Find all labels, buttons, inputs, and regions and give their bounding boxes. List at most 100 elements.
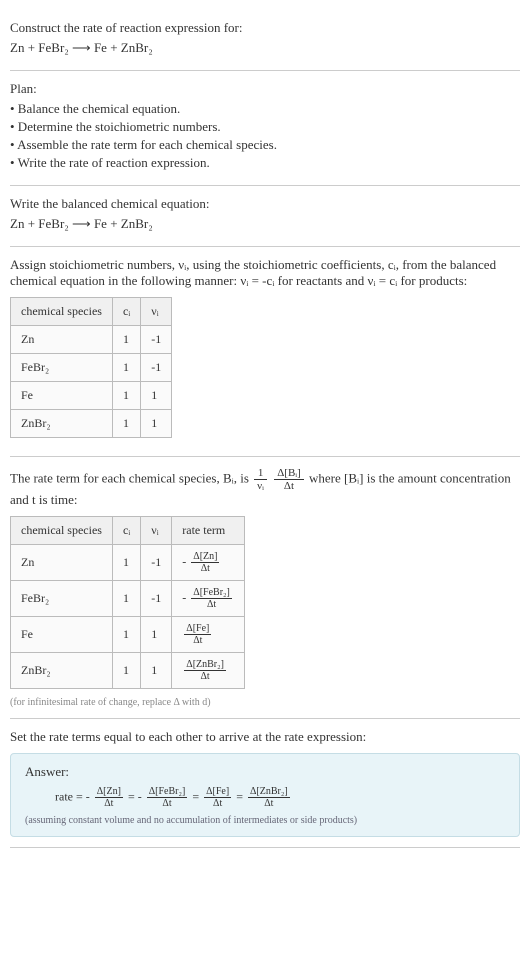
cell-species: Zn	[11, 326, 113, 354]
table-row: Fe 1 1 Δ[Fe] Δt	[11, 617, 245, 653]
rate-frac: Δ[Zn] Δt	[191, 551, 219, 574]
col-species: chemical species	[11, 517, 113, 545]
table-row: FeBr₂ 1 -1 - Δ[FeBr₂] Δt	[11, 581, 245, 617]
answer-note: (assuming constant volume and no accumul…	[25, 815, 505, 826]
equals: =	[236, 789, 246, 803]
cell-rate: Δ[Fe] Δt	[172, 617, 245, 653]
plan-item: • Balance the chemical equation.	[10, 101, 520, 117]
neg-sign: -	[182, 590, 186, 604]
cell-species: FeBr₂	[11, 354, 113, 382]
answer-label: Answer:	[25, 764, 505, 780]
col-rate: rate term	[172, 517, 245, 545]
frac-num: Δ[Zn]	[95, 786, 123, 798]
prompt-text: Construct the rate of reaction expressio…	[10, 20, 520, 36]
col-species: chemical species	[11, 298, 113, 326]
col-v: νᵢ	[141, 517, 172, 545]
cell-v: -1	[141, 545, 172, 581]
stoich-section: Assign stoichiometric numbers, νᵢ, using…	[10, 247, 520, 457]
frac-den: Δt	[95, 798, 123, 809]
cell-species: Fe	[11, 617, 113, 653]
col-c: cᵢ	[112, 517, 140, 545]
frac-den: Δt	[184, 671, 226, 682]
frac-den: Δt	[274, 480, 304, 492]
col-c: cᵢ	[112, 298, 140, 326]
frac-num: 1	[254, 467, 267, 480]
cell-species: ZnBr₂	[11, 410, 113, 438]
header-section: Construct the rate of reaction expressio…	[10, 10, 520, 71]
col-v: νᵢ	[141, 298, 172, 326]
frac-den: Δt	[248, 798, 290, 809]
frac-den: Δt	[191, 563, 219, 574]
frac-den: Δt	[184, 635, 211, 646]
cell-v: -1	[141, 581, 172, 617]
table-header-row: chemical species cᵢ νᵢ rate term	[11, 517, 245, 545]
cell-c: 1	[112, 581, 140, 617]
frac-den: Δt	[204, 798, 231, 809]
frac-num: Δ[Bᵢ]	[274, 467, 304, 480]
table-row: Zn 1 -1	[11, 326, 172, 354]
cell-v: 1	[141, 653, 172, 689]
plan-section: Plan: • Balance the chemical equation. •…	[10, 71, 520, 186]
rateterm-note: (for infinitesimal rate of change, repla…	[10, 697, 520, 708]
frac-num: Δ[Fe]	[204, 786, 231, 798]
cell-c: 1	[112, 617, 140, 653]
frac-num: Δ[FeBr₂]	[191, 587, 232, 599]
cell-rate: Δ[ZnBr₂] Δt	[172, 653, 245, 689]
balanced-section: Write the balanced chemical equation: Zn…	[10, 186, 520, 247]
cell-c: 1	[112, 354, 140, 382]
table-row: FeBr₂ 1 -1	[11, 354, 172, 382]
table-header-row: chemical species cᵢ νᵢ	[11, 298, 172, 326]
cell-v: -1	[141, 326, 172, 354]
rateterm-intro: The rate term for each chemical species,…	[10, 467, 520, 508]
rate-frac: Δ[Fe] Δt	[184, 623, 211, 646]
cell-rate: - Δ[FeBr₂] Δt	[172, 581, 245, 617]
cell-v: 1	[141, 382, 172, 410]
table-row: ZnBr₂ 1 1	[11, 410, 172, 438]
cell-species: FeBr₂	[11, 581, 113, 617]
rateterm-intro-a: The rate term for each chemical species,…	[10, 470, 252, 485]
rateterm-section: The rate term for each chemical species,…	[10, 457, 520, 719]
cell-c: 1	[112, 326, 140, 354]
rate-frac: Δ[Fe] Δt	[204, 786, 231, 809]
neg-sign: -	[86, 789, 90, 803]
stoich-intro: Assign stoichiometric numbers, νᵢ, using…	[10, 257, 520, 289]
frac-num: Δ[FeBr₂]	[147, 786, 188, 798]
frac-num: Δ[Fe]	[184, 623, 211, 635]
cell-c: 1	[112, 410, 140, 438]
rate-frac: Δ[ZnBr₂] Δt	[248, 786, 290, 809]
table-row: Fe 1 1	[11, 382, 172, 410]
equals: =	[128, 789, 138, 803]
plan-item: • Write the rate of reaction expression.	[10, 155, 520, 171]
rate-frac: Δ[FeBr₂] Δt	[147, 786, 188, 809]
table-row: Zn 1 -1 - Δ[Zn] Δt	[11, 545, 245, 581]
rateterm-frac-coeff: 1 νᵢ	[254, 467, 267, 492]
cell-species: Fe	[11, 382, 113, 410]
frac-den: νᵢ	[254, 480, 267, 492]
cell-species: Zn	[11, 545, 113, 581]
frac-num: Δ[ZnBr₂]	[184, 659, 226, 671]
cell-species: ZnBr₂	[11, 653, 113, 689]
rate-expression: rate = - Δ[Zn] Δt = - Δ[FeBr₂] Δt = Δ[Fe…	[55, 786, 505, 809]
rate-frac: Δ[ZnBr₂] Δt	[184, 659, 226, 682]
cell-v: 1	[141, 617, 172, 653]
frac-num: Δ[Zn]	[191, 551, 219, 563]
rateterm-frac-delta: Δ[Bᵢ] Δt	[274, 467, 304, 492]
cell-v: -1	[141, 354, 172, 382]
reaction-equation: Zn + FeBr₂ ⟶ Fe + ZnBr₂	[10, 40, 520, 56]
neg-sign: -	[182, 554, 186, 568]
cell-c: 1	[112, 545, 140, 581]
plan-title: Plan:	[10, 81, 520, 97]
stoich-table: chemical species cᵢ νᵢ Zn 1 -1 FeBr₂ 1 -…	[10, 297, 172, 438]
cell-c: 1	[112, 382, 140, 410]
rateterm-table: chemical species cᵢ νᵢ rate term Zn 1 -1…	[10, 516, 245, 689]
cell-rate: - Δ[Zn] Δt	[172, 545, 245, 581]
equals: =	[192, 789, 202, 803]
frac-num: Δ[ZnBr₂]	[248, 786, 290, 798]
neg-sign: -	[138, 789, 142, 803]
table-row: ZnBr₂ 1 1 Δ[ZnBr₂] Δt	[11, 653, 245, 689]
rate-frac: Δ[Zn] Δt	[95, 786, 123, 809]
balanced-title: Write the balanced chemical equation:	[10, 196, 520, 212]
plan-item: • Assemble the rate term for each chemic…	[10, 137, 520, 153]
cell-c: 1	[112, 653, 140, 689]
plan-list: • Balance the chemical equation. • Deter…	[10, 101, 520, 171]
